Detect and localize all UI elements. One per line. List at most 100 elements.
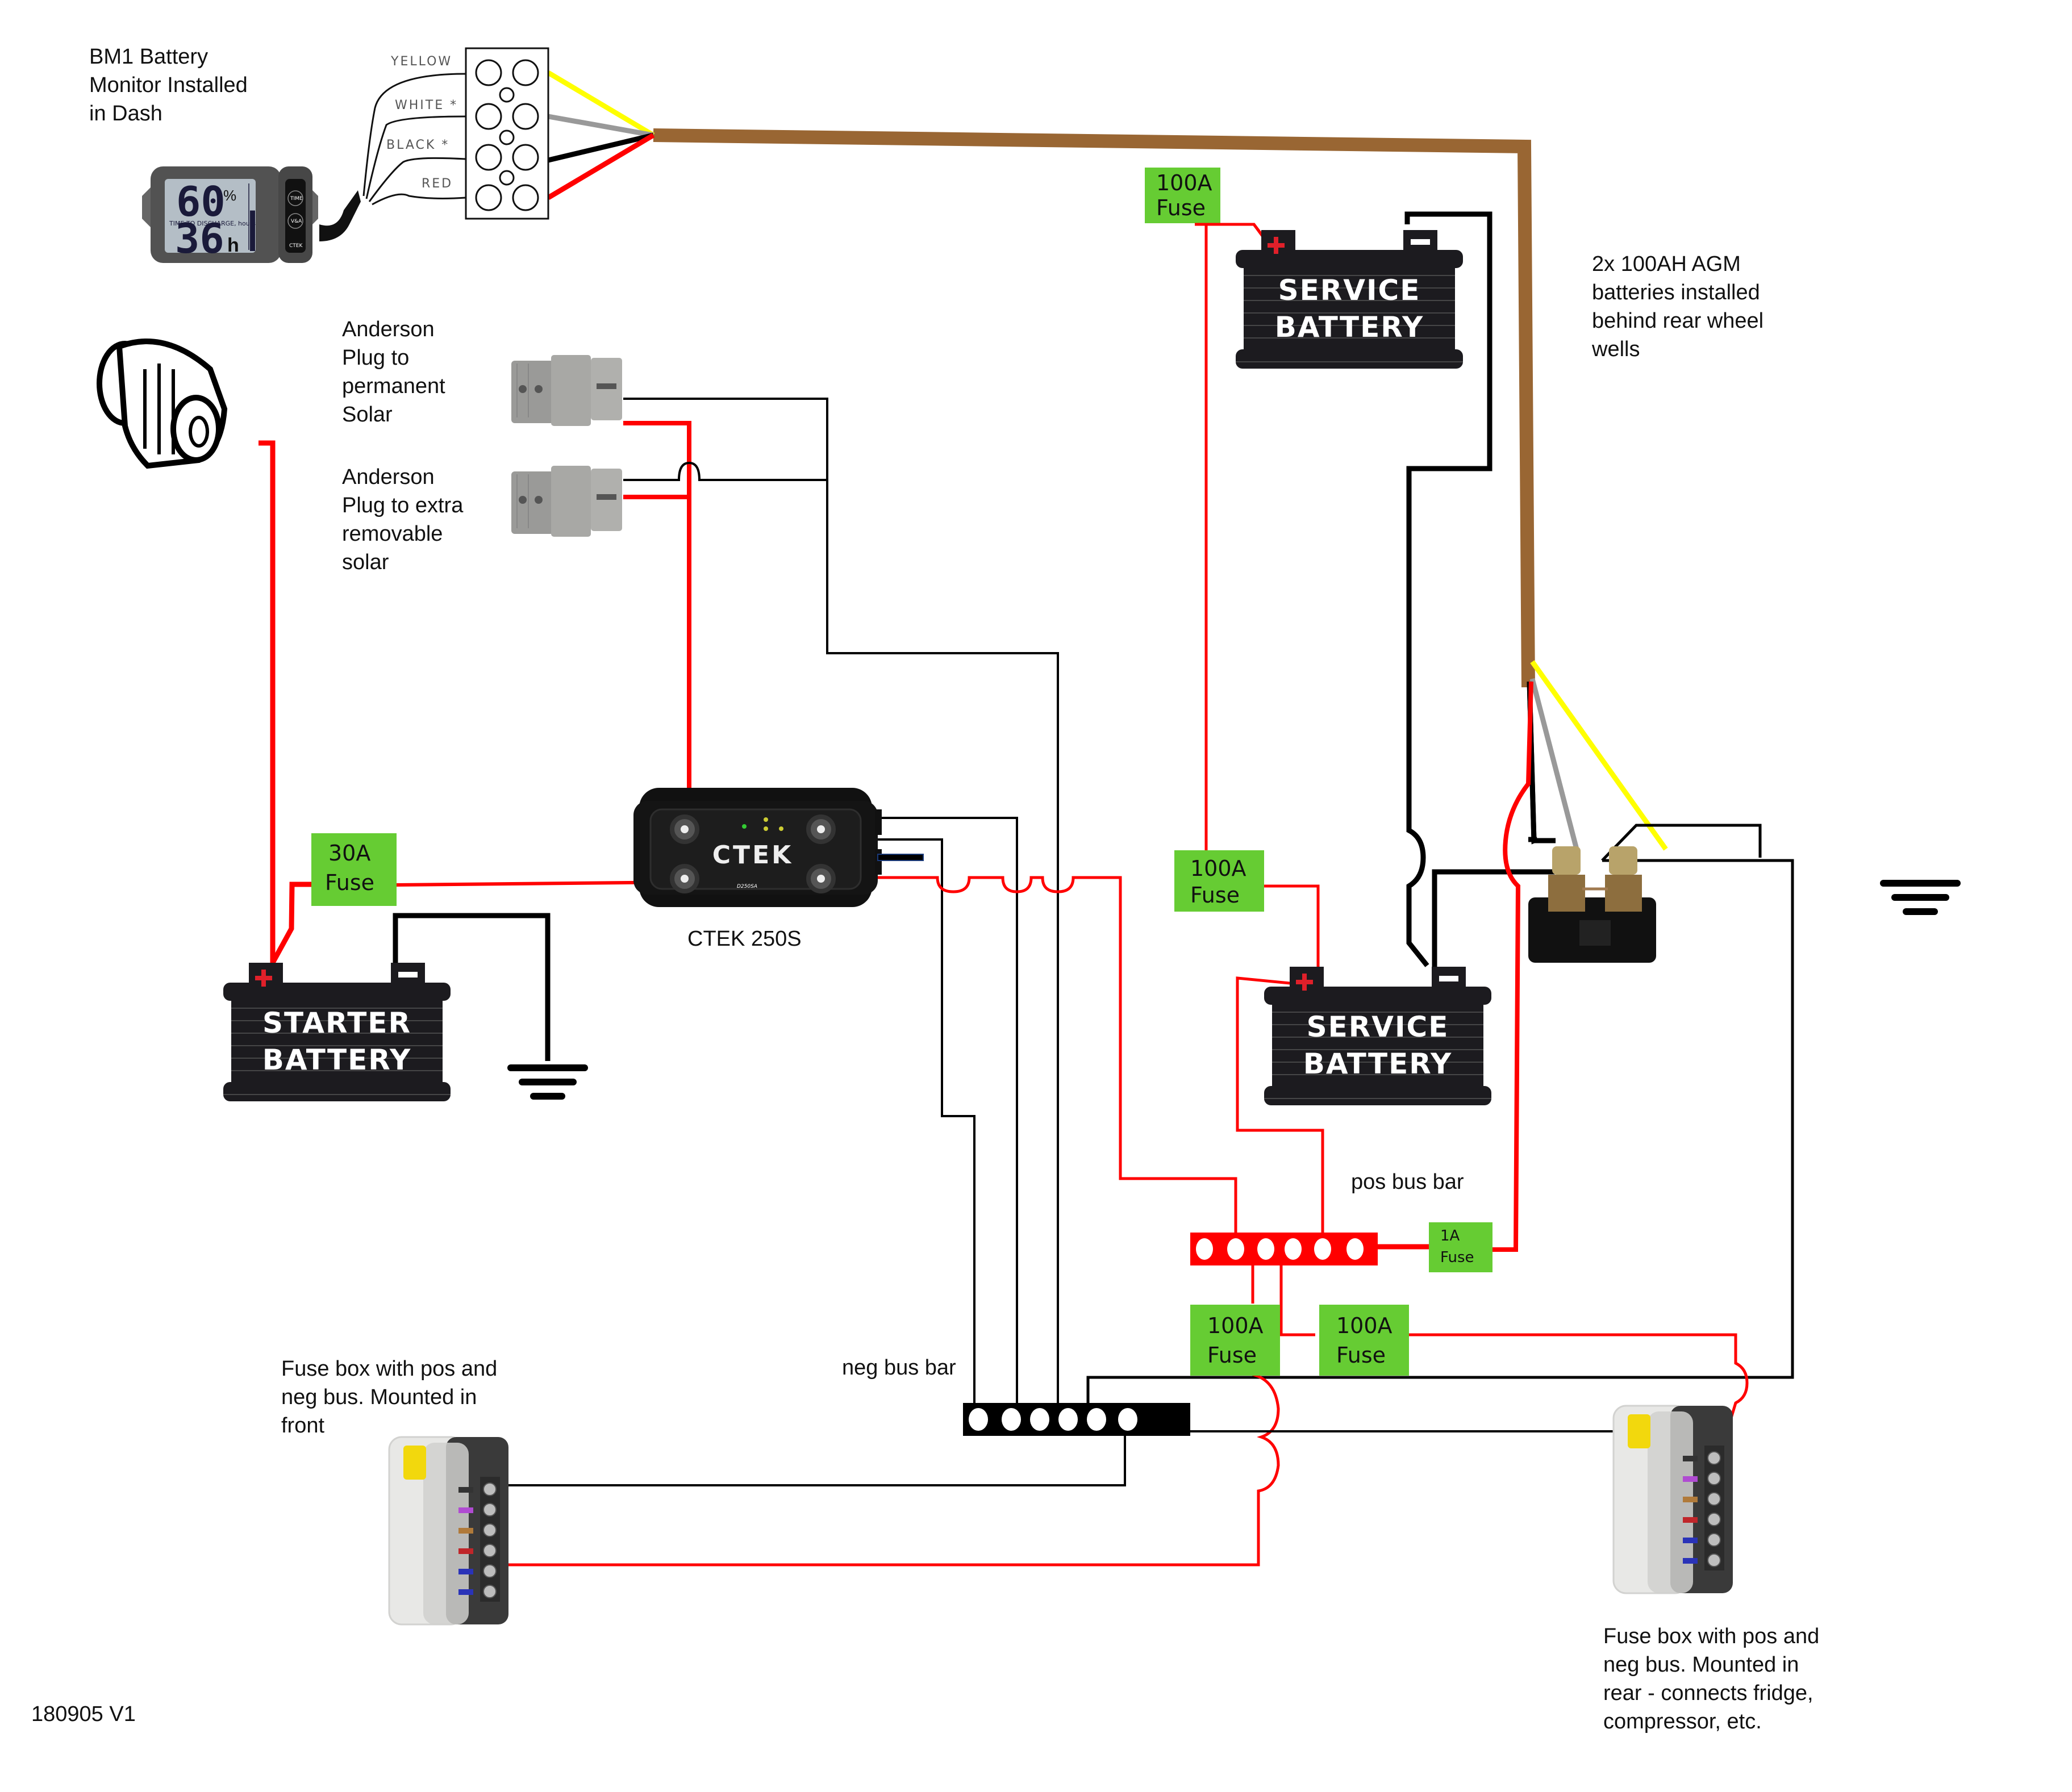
- alternator-icon: [97, 339, 228, 469]
- hours-readout: 36: [175, 215, 224, 262]
- svg-text:rear - connects fridge,: rear - connects fridge,: [1603, 1681, 1813, 1705]
- fuse-100a-mid: 100A Fuse: [1174, 850, 1264, 912]
- svg-text:permanent: permanent: [342, 374, 445, 398]
- bm1-monitor[interactable]: 60 % TIME TO DISCHARGE, hours 36 h TIME …: [142, 166, 361, 263]
- black-lead: [547, 132, 654, 163]
- monitor-cable: [653, 128, 1535, 688]
- soc-bar: [250, 210, 255, 251]
- anderson-caption-1: Anderson Plug to permanent Solar: [342, 318, 445, 427]
- service-battery-top: SERVICE BATTERY: [1235, 229, 1464, 369]
- svg-text:BATTERY: BATTERY: [1303, 1047, 1452, 1080]
- svg-text:Anderson: Anderson: [342, 318, 435, 341]
- ctek-ign-lead: [877, 854, 924, 861]
- svg-text:batteries installed: batteries installed: [1592, 281, 1760, 304]
- fuse-100a-top: 100A Fuse: [1145, 168, 1220, 223]
- svg-text:neg bus. Mounted in: neg bus. Mounted in: [281, 1385, 477, 1409]
- ctek-caption: CTEK 250S: [687, 927, 802, 951]
- ctek-logo: CTEK: [712, 841, 793, 870]
- fuse-100a-rear-box: 100A Fuse: [1319, 1305, 1409, 1376]
- svg-text:WHITE *: WHITE *: [395, 98, 458, 112]
- fuse-box-front-caption: Fuse box with pos and neg bus. Mounted i…: [281, 1357, 497, 1438]
- svg-text:100A: 100A: [1156, 170, 1212, 195]
- svg-text:BM1 Battery: BM1 Battery: [89, 45, 208, 69]
- wires: [259, 70, 1794, 1567]
- svg-text:Fuse: Fuse: [1156, 195, 1206, 220]
- shunt-ground-icon: [1883, 883, 1957, 912]
- svg-text:100A: 100A: [1207, 1313, 1264, 1338]
- starter-ground-icon: [511, 1068, 585, 1096]
- shunt: [1528, 846, 1656, 963]
- svg-text:%: %: [223, 187, 236, 204]
- svg-text:RED: RED: [422, 177, 453, 191]
- svg-text:compressor, etc.: compressor, etc.: [1603, 1710, 1762, 1733]
- anderson-plug-permanent-solar[interactable]: [511, 354, 623, 427]
- svg-text:in Dash: in Dash: [89, 102, 162, 126]
- red-lead: [547, 133, 655, 200]
- front-box-neg: [494, 1434, 1126, 1486]
- svg-text:Fuse: Fuse: [1440, 1249, 1474, 1266]
- svg-text:2x 100AH AGM: 2x 100AH AGM: [1592, 252, 1741, 276]
- pos-bus-label: pos bus bar: [1351, 1170, 1464, 1194]
- svg-text:30A: 30A: [328, 841, 370, 866]
- terminal-block: [465, 47, 549, 220]
- alternator-pos: [259, 440, 276, 963]
- svg-text:YELLOW: YELLOW: [390, 55, 452, 69]
- svg-text:wells: wells: [1591, 337, 1640, 361]
- svg-text:Fuse box with pos and: Fuse box with pos and: [1603, 1624, 1819, 1648]
- svg-text:100A: 100A: [1190, 856, 1246, 881]
- svg-text:BATTERY: BATTERY: [262, 1043, 411, 1076]
- neg-bus-bar: [963, 1403, 1190, 1436]
- svg-text:V&A: V&A: [291, 219, 302, 224]
- bm1-caption: BM1 Battery Monitor Installed in Dash: [89, 45, 248, 126]
- svg-text:Anderson: Anderson: [342, 465, 435, 489]
- ctek-d250sa: CTEK D250SA: [633, 788, 882, 907]
- svg-text:removable: removable: [342, 522, 443, 546]
- ctek-ign: [869, 838, 975, 1417]
- starter-to-30a: [270, 882, 311, 964]
- svg-text:Fuse: Fuse: [325, 870, 374, 895]
- anderson-caption-2: Anderson Plug to extra removable solar: [342, 465, 464, 574]
- svg-text:BLACK *: BLACK *: [386, 138, 449, 152]
- svg-text:Fuse: Fuse: [1190, 883, 1240, 908]
- wiring-diagram: BM1 Battery Monitor Installed in Dash 60…: [31, 45, 2072, 1733]
- svg-text:behind rear wheel: behind rear wheel: [1592, 309, 1764, 333]
- fuse-box-rear: [1612, 1405, 1734, 1594]
- svg-text:SERVICE: SERVICE: [1278, 274, 1421, 307]
- fuse-100a-front-box: 100A Fuse: [1190, 1305, 1280, 1376]
- svg-text:BATTERY: BATTERY: [1275, 311, 1424, 344]
- shunt-white-lead: [1529, 678, 1579, 850]
- svg-text:100A: 100A: [1336, 1313, 1393, 1338]
- fuse-30a: 30A Fuse: [311, 833, 397, 906]
- svg-text:Fuse box with pos and: Fuse box with pos and: [281, 1357, 497, 1381]
- fuse-box-rear-caption: Fuse box with pos and neg bus. Mounted i…: [1603, 1624, 1819, 1733]
- svg-text:Plug to extra: Plug to extra: [342, 494, 464, 517]
- starter-battery: STARTER BATTERY: [223, 962, 451, 1102]
- svg-text:D250SA: D250SA: [737, 884, 757, 889]
- 1a-to-monitor: [1477, 681, 1533, 1252]
- agm-note: 2x 100AH AGM batteries installed behind …: [1591, 252, 1764, 361]
- pos-bus-bar: [1190, 1233, 1378, 1265]
- anderson-plug-removable-solar[interactable]: [511, 465, 623, 537]
- ctek-out-pos: [829, 876, 1237, 1247]
- ctek-brand: CTEK: [289, 243, 303, 249]
- svg-text:Fuse: Fuse: [1336, 1343, 1386, 1368]
- service-battery-mid: SERVICE BATTERY: [1264, 966, 1492, 1106]
- svg-text:Fuse: Fuse: [1207, 1343, 1257, 1368]
- svg-text:solar: solar: [342, 550, 389, 574]
- solar-neg-2: [623, 461, 827, 481]
- svg-text:h: h: [227, 235, 239, 256]
- fuse-box-front: [388, 1436, 510, 1626]
- svg-text:Monitor Installed: Monitor Installed: [89, 73, 248, 97]
- svg-text:TIME: TIME: [290, 196, 303, 202]
- monitor-cable-bundle: [319, 190, 361, 241]
- svg-text:front: front: [281, 1414, 324, 1438]
- svg-text:Solar: Solar: [342, 403, 393, 427]
- fuse-1a: 1A Fuse: [1429, 1222, 1492, 1272]
- svg-text:Plug to: Plug to: [342, 346, 409, 370]
- svg-text:neg bus. Mounted in: neg bus. Mounted in: [1603, 1653, 1799, 1677]
- svg-text:STARTER: STARTER: [262, 1006, 411, 1039]
- svg-text:SERVICE: SERVICE: [1307, 1010, 1449, 1043]
- version-label: 180905 V1: [31, 1702, 136, 1726]
- svg-text:1A: 1A: [1440, 1227, 1460, 1244]
- neg-bus-label: neg bus bar: [842, 1356, 956, 1380]
